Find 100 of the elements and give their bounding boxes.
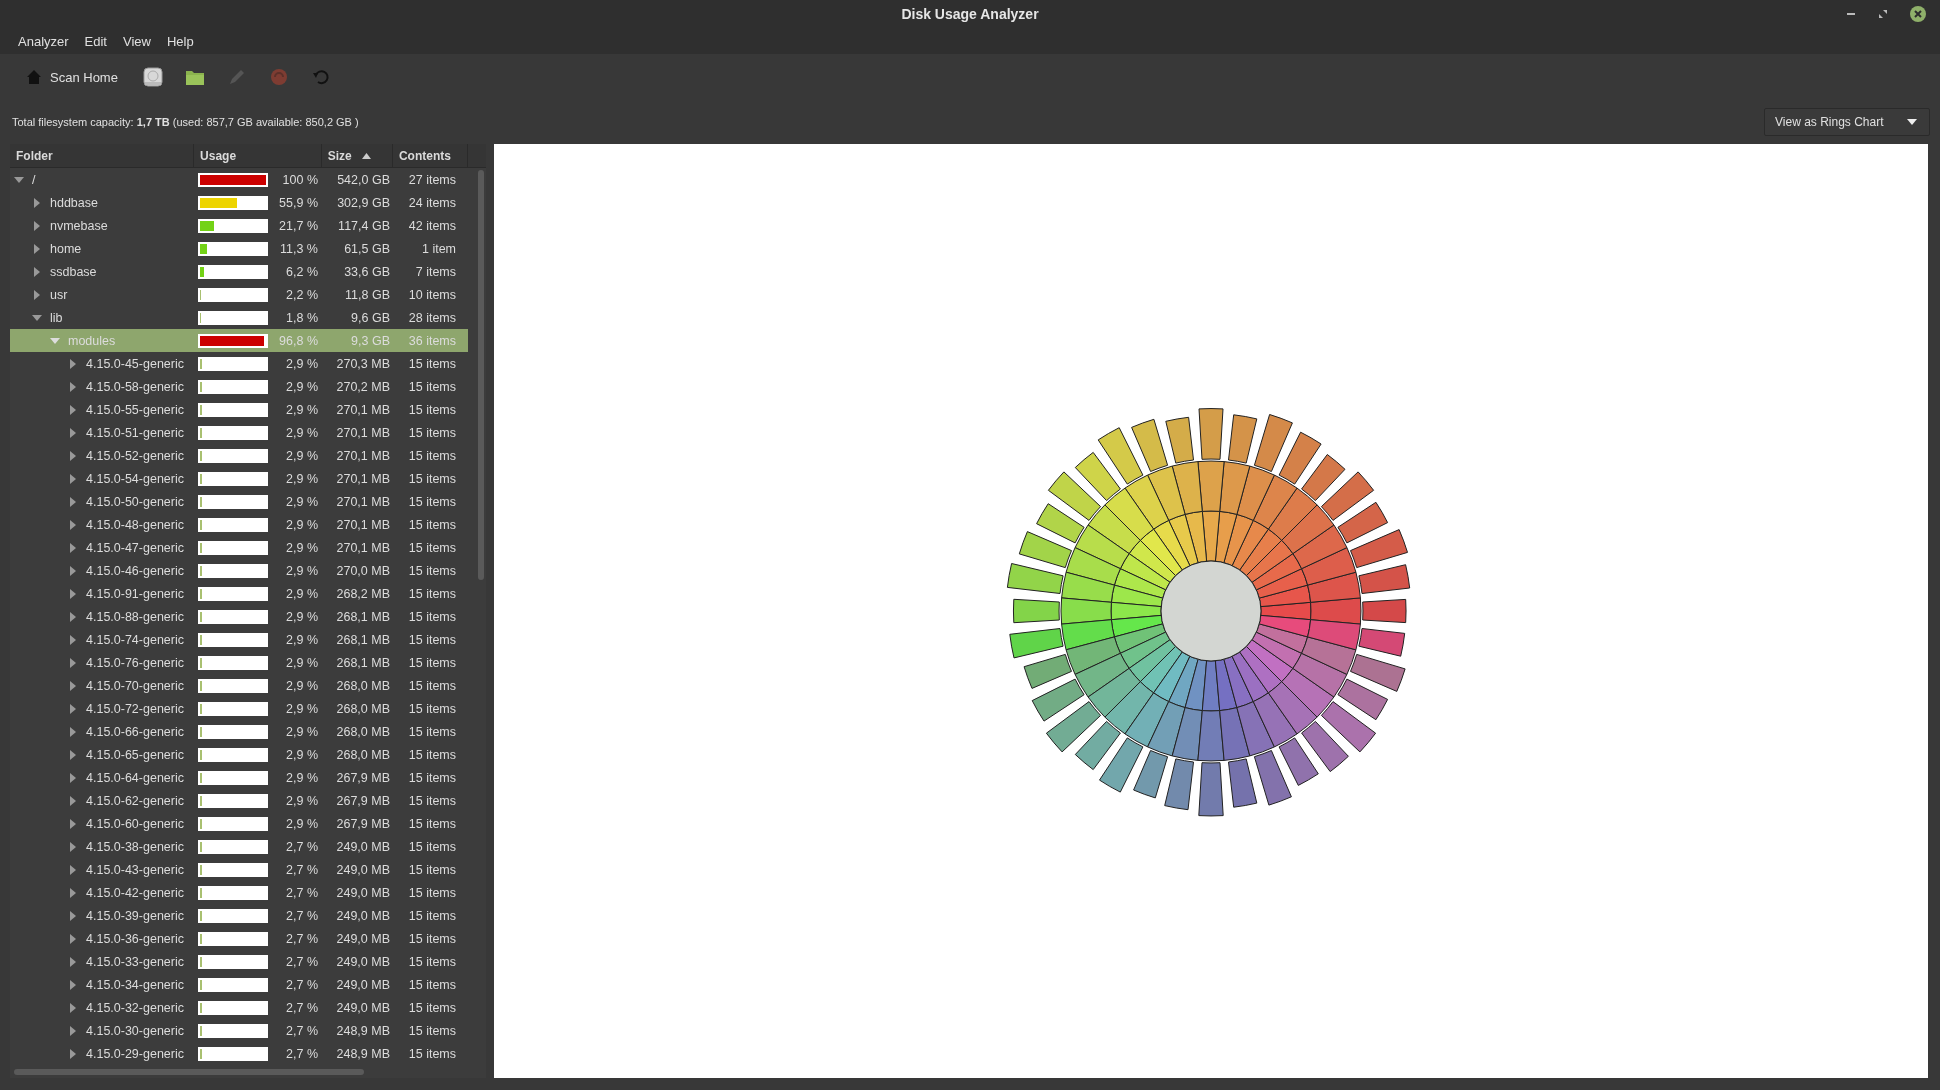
tree-row[interactable]: 4.15.0-46-generic 2,9 % 270,0 MB 15 items bbox=[10, 559, 468, 582]
tree-row[interactable]: home 11,3 % 61,5 GB 1 item bbox=[10, 237, 468, 260]
expander-right-icon[interactable] bbox=[68, 542, 78, 553]
ring-segment[interactable] bbox=[1164, 758, 1194, 811]
expander-right-icon[interactable] bbox=[68, 680, 78, 691]
column-header[interactable]: Folder bbox=[10, 144, 195, 167]
expander-right-icon[interactable] bbox=[68, 611, 78, 622]
tree-row[interactable]: 4.15.0-32-generic 2,7 % 249,0 MB 15 items bbox=[10, 996, 468, 1019]
column-header[interactable]: Size bbox=[321, 144, 393, 167]
ring-segment[interactable] bbox=[1253, 414, 1293, 472]
tree-row[interactable]: 4.15.0-88-generic 2,9 % 268,1 MB 15 items bbox=[10, 605, 468, 628]
expander-right-icon[interactable] bbox=[68, 933, 78, 944]
ring-segment[interactable] bbox=[1074, 720, 1121, 771]
ring-segment[interactable] bbox=[1307, 571, 1361, 603]
tree-row[interactable]: 4.15.0-65-generic 2,9 % 268,0 MB 15 items bbox=[10, 743, 468, 766]
ring-segment[interactable] bbox=[1165, 416, 1194, 464]
expander-right-icon[interactable] bbox=[68, 795, 78, 806]
ring-segment[interactable] bbox=[1045, 701, 1102, 753]
tree-row[interactable]: 4.15.0-64-generic 2,9 % 267,9 MB 15 items bbox=[10, 766, 468, 789]
expander-right-icon[interactable] bbox=[68, 1025, 78, 1036]
ring-segment[interactable] bbox=[1074, 524, 1130, 570]
ring-segment[interactable] bbox=[1358, 628, 1406, 657]
ring-segment[interactable] bbox=[1171, 707, 1203, 761]
column-header[interactable]: Usage bbox=[194, 144, 322, 167]
ring-segment[interactable] bbox=[1018, 531, 1072, 569]
ring-segment[interactable] bbox=[1301, 720, 1349, 773]
expander-right-icon[interactable] bbox=[68, 381, 78, 392]
expander-right-icon[interactable] bbox=[68, 864, 78, 875]
ring-segment[interactable] bbox=[1147, 701, 1186, 757]
tree-row[interactable]: 4.15.0-39-generic 2,7 % 249,0 MB 15 items bbox=[10, 904, 468, 927]
ring-segment[interactable] bbox=[1198, 762, 1224, 817]
expander-right-icon[interactable] bbox=[32, 289, 42, 300]
ring-segment[interactable] bbox=[1012, 598, 1060, 624]
tree-row[interactable]: hddbase 55,9 % 302,9 GB 24 items bbox=[10, 191, 468, 214]
ring-segment[interactable] bbox=[1337, 678, 1389, 721]
ring-segment[interactable] bbox=[1031, 678, 1085, 722]
ring-segment[interactable] bbox=[1219, 461, 1251, 515]
tree-row[interactable]: 4.15.0-74-generic 2,9 % 268,1 MB 15 items bbox=[10, 628, 468, 651]
expander-right-icon[interactable] bbox=[68, 979, 78, 990]
ring-segment[interactable] bbox=[1139, 528, 1183, 577]
expander-right-icon[interactable] bbox=[68, 519, 78, 530]
expander-right-icon[interactable] bbox=[68, 772, 78, 783]
tree-row[interactable]: 4.15.0-54-generic 2,9 % 270,1 MB 15 items bbox=[10, 467, 468, 490]
ring-segment[interactable] bbox=[1350, 529, 1408, 569]
expander-right-icon[interactable] bbox=[68, 1002, 78, 1013]
ring-segment[interactable] bbox=[1104, 681, 1155, 735]
ring-segment[interactable] bbox=[1337, 501, 1389, 544]
tree-row[interactable]: 4.15.0-70-generic 2,9 % 268,0 MB 15 items bbox=[10, 674, 468, 697]
column-header[interactable]: Contents bbox=[392, 144, 468, 167]
ring-segment[interactable] bbox=[1301, 454, 1346, 502]
ring-segment[interactable] bbox=[1124, 692, 1170, 748]
expander-right-icon[interactable] bbox=[68, 473, 78, 484]
tree-row[interactable]: 4.15.0-58-generic 2,9 % 270,2 MB 15 items bbox=[10, 375, 468, 398]
tree-row[interactable]: 4.15.0-45-generic 2,9 % 270,3 MB 15 items bbox=[10, 352, 468, 375]
ring-segment[interactable] bbox=[1065, 547, 1121, 586]
ring-segment[interactable] bbox=[1228, 758, 1258, 808]
ring-segment[interactable] bbox=[1060, 597, 1112, 625]
ring-segment[interactable] bbox=[1350, 653, 1406, 692]
ring-segment[interactable] bbox=[1006, 563, 1064, 594]
expander-right-icon[interactable] bbox=[68, 404, 78, 415]
expander-right-icon[interactable] bbox=[68, 910, 78, 921]
menu-item[interactable]: View bbox=[123, 33, 151, 49]
ring-segment[interactable] bbox=[1245, 539, 1294, 583]
ring-segment[interactable] bbox=[1228, 414, 1258, 464]
expander-right-icon[interactable] bbox=[68, 496, 78, 507]
ring-segment[interactable] bbox=[1133, 750, 1169, 799]
tree-row[interactable]: 4.15.0-33-generic 2,7 % 249,0 MB 15 items bbox=[10, 950, 468, 973]
ring-segment[interactable] bbox=[1320, 701, 1377, 753]
tree-row[interactable]: 4.15.0-42-generic 2,7 % 249,0 MB 15 items bbox=[10, 881, 468, 904]
center-circle[interactable] bbox=[1160, 560, 1262, 662]
ring-segment[interactable] bbox=[1362, 598, 1407, 624]
ring-segment[interactable] bbox=[1061, 571, 1115, 603]
maximize-icon[interactable] bbox=[1878, 9, 1888, 19]
tree-row[interactable]: 4.15.0-72-generic 2,9 % 268,0 MB 15 items bbox=[10, 697, 468, 720]
tree-row[interactable]: 4.15.0-62-generic 2,9 % 267,9 MB 15 items bbox=[10, 789, 468, 812]
ring-segment[interactable] bbox=[1128, 639, 1177, 683]
tree-row[interactable]: 4.15.0-29-generic 2,7 % 248,9 MB 15 items bbox=[10, 1042, 468, 1065]
ring-segment[interactable] bbox=[1065, 636, 1121, 675]
ring-segment[interactable] bbox=[1104, 487, 1155, 541]
ring-segment[interactable] bbox=[1009, 628, 1064, 659]
ring-segment[interactable] bbox=[1074, 451, 1121, 502]
expander-right-icon[interactable] bbox=[68, 841, 78, 852]
expander-right-icon[interactable] bbox=[68, 588, 78, 599]
expander-right-icon[interactable] bbox=[68, 358, 78, 369]
expander-right-icon[interactable] bbox=[68, 450, 78, 461]
expander-right-icon[interactable] bbox=[68, 726, 78, 737]
ring-segment[interactable] bbox=[1252, 474, 1298, 530]
ring-segment[interactable] bbox=[1253, 750, 1292, 806]
tree-row[interactable]: 4.15.0-60-generic 2,9 % 267,9 MB 15 items bbox=[10, 812, 468, 835]
ring-segment[interactable] bbox=[1099, 737, 1144, 793]
ring-segment[interactable] bbox=[1097, 427, 1144, 485]
tree-row[interactable]: nvmebase 21,7 % 117,4 GB 42 items bbox=[10, 214, 468, 237]
ring-segment[interactable] bbox=[1061, 619, 1115, 651]
expander-right-icon[interactable] bbox=[32, 197, 42, 208]
ring-segment[interactable] bbox=[1171, 461, 1203, 515]
expander-right-icon[interactable] bbox=[68, 887, 78, 898]
ring-segment[interactable] bbox=[1320, 471, 1375, 521]
ring-segment[interactable] bbox=[1131, 418, 1169, 472]
menu-item[interactable]: Help bbox=[166, 33, 194, 49]
tree-row[interactable]: / 100 % 542,0 GB 27 items bbox=[10, 168, 468, 191]
